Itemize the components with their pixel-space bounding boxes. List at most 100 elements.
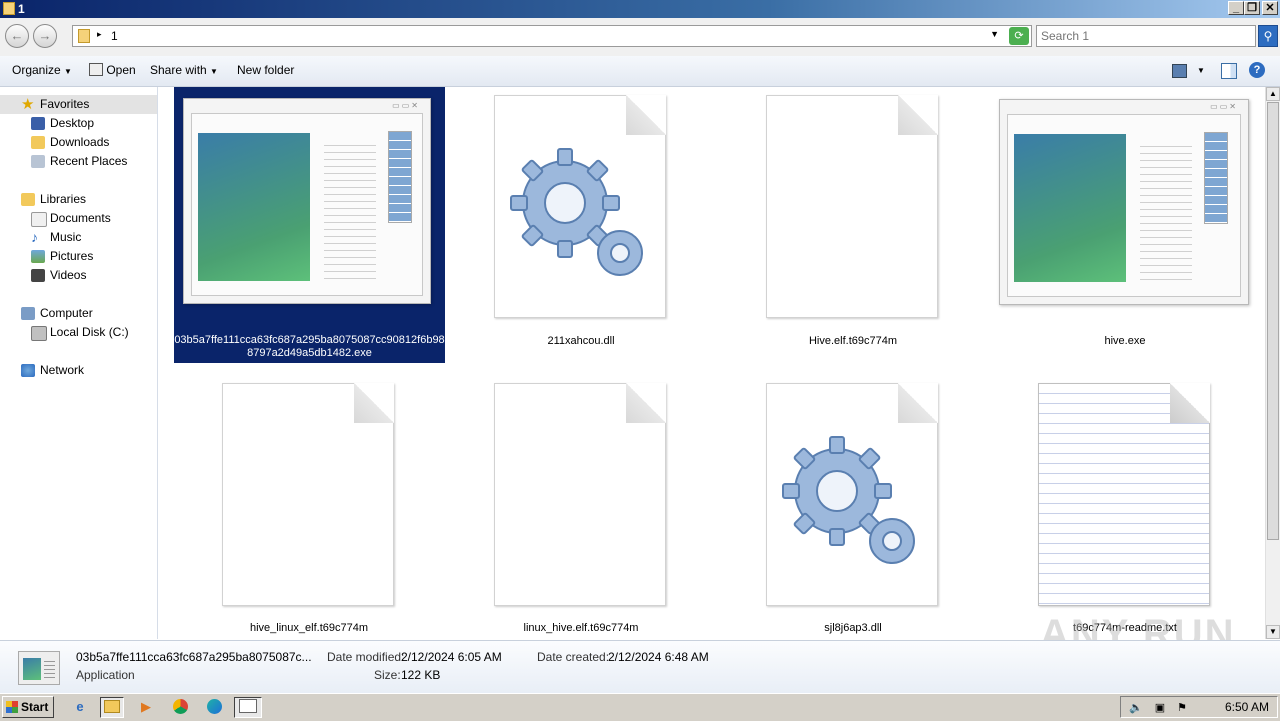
sidebar-item-recent-places[interactable]: Recent Places <box>0 152 157 171</box>
preview-pane-icon[interactable] <box>1221 63 1237 79</box>
media-player-icon[interactable]: ▶ <box>134 697 158 718</box>
sidebar-item-label: Computer <box>40 306 93 320</box>
open-label: Open <box>106 63 136 77</box>
size-value: 122 KB <box>401 668 441 682</box>
folder-icon <box>78 29 90 43</box>
file-name: sjl8j6ap3.dll <box>824 622 882 634</box>
sidebar-item-label: Pictures <box>50 249 94 263</box>
blank-document-icon <box>222 383 394 606</box>
blank-document-icon <box>494 383 666 606</box>
file-name: linux_hive.elf.t69c774m <box>523 622 639 634</box>
sidebar-item-documents[interactable]: Documents <box>0 209 157 228</box>
file-name: hive_linux_elf.t69c774m <box>249 622 369 634</box>
change-view-icon[interactable] <box>1172 64 1187 78</box>
sidebar-item-network[interactable]: Network <box>0 361 157 380</box>
forward-button[interactable]: → <box>33 24 57 48</box>
sidebar-item-computer[interactable]: Computer <box>0 304 157 323</box>
new-folder-button[interactable]: New folder <box>237 63 294 77</box>
help-icon[interactable]: ? <box>1249 62 1265 78</box>
maximize-button[interactable]: ❐ <box>1244 1 1260 15</box>
clock[interactable]: 6:50 AM <box>1225 700 1269 714</box>
address-dropdown-icon[interactable]: ▼ <box>990 29 999 39</box>
documents-icon <box>31 212 47 227</box>
sidebar-item-videos[interactable]: Videos <box>0 266 157 285</box>
action-center-flag-icon[interactable]: ⚑ <box>1175 701 1189 714</box>
breadcrumb-arrow-icon[interactable]: ▸ <box>97 29 102 40</box>
details-pane: 03b5a7ffe111cca63fc687a295ba8075087c... … <box>0 640 1280 694</box>
sidebar-item-downloads[interactable]: Downloads <box>0 133 157 152</box>
view-dropdown-icon[interactable]: ▼ <box>1197 66 1205 75</box>
sidebar-item-label: Network <box>40 363 85 377</box>
application-taskbar-button[interactable] <box>234 697 262 718</box>
search-box[interactable] <box>1036 25 1256 47</box>
open-button[interactable]: Open <box>89 63 136 77</box>
sidebar-item-local-disk[interactable]: Local Disk (C:) <box>0 323 157 342</box>
window-title: 1 <box>18 2 25 16</box>
file-name: 03b5a7ffe111cca63fc687a295ba8075087cc908… <box>174 334 445 359</box>
start-button[interactable]: Start <box>2 696 54 718</box>
sidebar-item-pictures[interactable]: Pictures <box>0 247 157 266</box>
minimize-button[interactable]: _ <box>1228 1 1244 15</box>
file-item[interactable]: linux_hive.elf.t69c774m <box>446 375 716 639</box>
chrome-icon[interactable] <box>168 697 192 718</box>
sidebar-item-desktop[interactable]: Desktop <box>0 114 157 133</box>
application-icon <box>18 651 60 685</box>
close-button[interactable]: ✕ <box>1262 1 1278 15</box>
desktop-icon <box>31 117 45 130</box>
back-button[interactable]: ← <box>5 24 29 48</box>
chevron-down-icon: ▼ <box>64 67 72 76</box>
share-with-button[interactable]: Share with ▼ <box>150 63 218 77</box>
address-path[interactable]: 1 <box>111 29 118 43</box>
navigation-bar: ← → ▸ 1 ▼ ⟳ ⚲ <box>0 18 1280 57</box>
sidebar-item-label: Local Disk (C:) <box>50 325 129 339</box>
gears-icon <box>494 95 666 318</box>
system-tray: 🔈 ▣ ⚑ 6:50 AM <box>1120 696 1278 718</box>
search-icon[interactable]: ⚲ <box>1258 25 1278 47</box>
sidebar-item-favorites[interactable]: ★ Favorites <box>0 95 157 114</box>
file-item[interactable]: 211xahcou.dll <box>446 87 716 363</box>
volume-icon[interactable]: 🔈 <box>1129 701 1143 714</box>
open-icon <box>89 63 103 76</box>
file-item[interactable]: Hive.elf.t69c774m <box>718 87 988 363</box>
application-icon: ▭▭✕ <box>999 99 1249 305</box>
scroll-up-arrow-icon[interactable]: ▲ <box>1266 87 1280 101</box>
folder-icon <box>3 2 15 15</box>
share-with-label: Share with <box>150 63 207 77</box>
downloads-icon <box>31 136 45 149</box>
network-status-icon[interactable]: ▣ <box>1153 701 1167 714</box>
search-input[interactable] <box>1041 29 1241 43</box>
file-list: ▭▭✕ 03b5a7ffe111cca63fc687a295ba8075087c… <box>159 87 1264 639</box>
size-label: Size: <box>374 668 401 682</box>
file-name: hive.exe <box>1104 335 1146 347</box>
folder-icon <box>104 700 120 713</box>
chevron-down-icon: ▼ <box>210 67 218 76</box>
file-item[interactable]: t69c774m-readme.txt <box>990 375 1260 639</box>
sidebar-item-label: Documents <box>50 211 111 225</box>
address-bar[interactable]: ▸ 1 ▼ ⟳ <box>72 25 1032 47</box>
internet-explorer-icon[interactable]: e <box>68 697 92 718</box>
sidebar-item-libraries[interactable]: Libraries <box>0 190 157 209</box>
pictures-icon <box>31 250 45 263</box>
selected-file-name: 03b5a7ffe111cca63fc687a295ba8075087c... <box>76 650 312 664</box>
sidebar-item-label: Favorites <box>40 97 90 111</box>
file-name: Hive.elf.t69c774m <box>808 335 898 347</box>
windows-logo-icon <box>6 701 18 713</box>
refresh-icon[interactable]: ⟳ <box>1009 27 1029 45</box>
drive-icon <box>31 326 47 341</box>
sidebar-item-music[interactable]: ♪ Music <box>0 228 157 247</box>
date-modified-value: 2/12/2024 6:05 AM <box>401 650 502 664</box>
scrollbar-thumb[interactable] <box>1267 102 1279 540</box>
date-created-label: Date created: <box>537 650 610 664</box>
title-bar: 1 _ ❐ ✕ <box>0 0 1280 18</box>
organize-button[interactable]: Organize ▼ <box>12 63 72 77</box>
file-item[interactable]: hive_linux_elf.t69c774m <box>174 375 444 639</box>
explorer-taskbar-button[interactable] <box>100 697 124 718</box>
edge-icon[interactable] <box>202 697 226 718</box>
file-item[interactable]: ▭▭✕ 03b5a7ffe111cca63fc687a295ba8075087c… <box>174 87 445 363</box>
blank-document-icon <box>766 95 938 318</box>
scroll-down-arrow-icon[interactable]: ▼ <box>1266 625 1280 639</box>
file-item[interactable]: sjl8j6ap3.dll <box>718 375 988 639</box>
libraries-icon <box>21 193 35 206</box>
file-item[interactable]: ▭▭✕ hive.exe <box>990 87 1260 363</box>
vertical-scrollbar[interactable]: ▲ ▼ <box>1265 87 1280 639</box>
